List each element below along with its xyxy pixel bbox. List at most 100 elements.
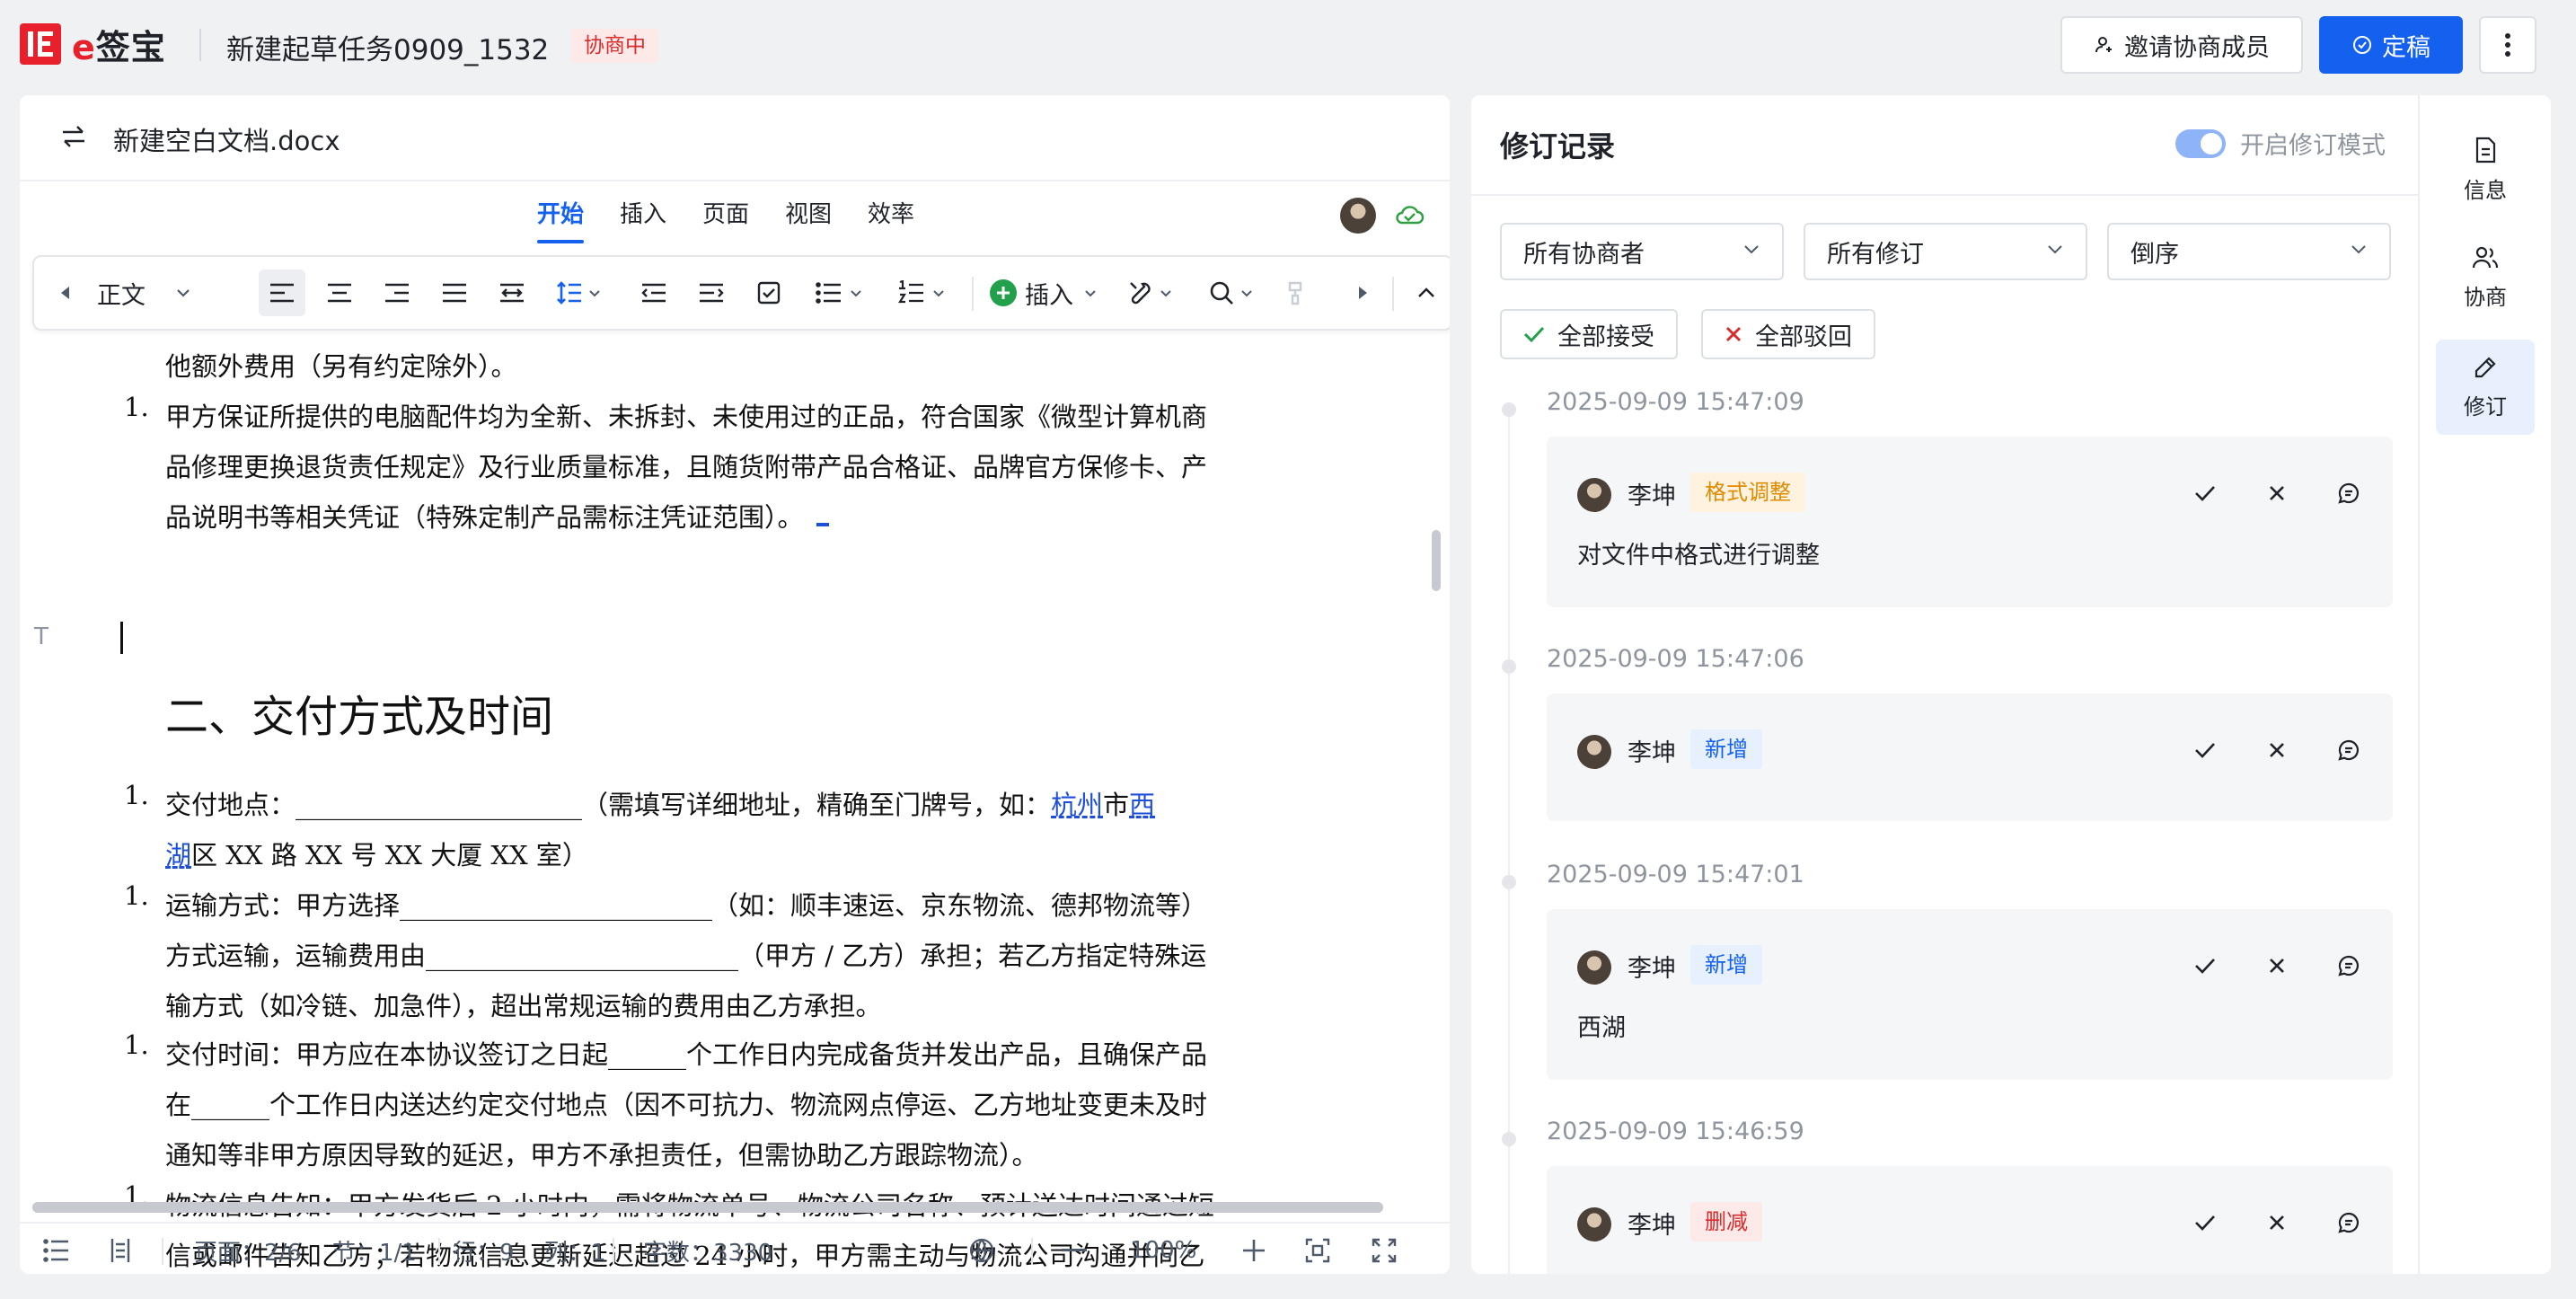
zoom-level[interactable]: 100% [1130, 1231, 1196, 1270]
revision-card[interactable]: 李坤 删减 [1547, 1166, 2393, 1274]
list-item: 运输方式：甲方选择________________________（如：顺丰速运… [165, 880, 1333, 1031]
list-item: 交付地点：______________________（需填写详细地址，精确至门… [165, 780, 1333, 880]
paragraph-style-select[interactable]: 正文 [97, 257, 232, 329]
file-name: 新建空白文档.docx [113, 126, 340, 156]
avatar[interactable] [1340, 198, 1376, 234]
accept-icon[interactable] [2192, 952, 2219, 979]
accept-icon[interactable] [2192, 737, 2219, 764]
statusbar-divider [438, 1238, 440, 1265]
text-line: 在______个工作日内送达约定交付地点（因不可抗力、物流网点停运、乙方地址变更… [165, 1090, 1208, 1120]
search-icon[interactable] [1198, 257, 1263, 329]
format-change-marker [816, 517, 829, 526]
comment-icon[interactable] [2335, 1209, 2362, 1236]
paragraph-style-value: 正文 [97, 281, 146, 310]
file-bar: 新建空白文档.docx [20, 95, 1450, 181]
tab-page[interactable]: 页面 [702, 196, 749, 229]
more-vertical-icon [2505, 33, 2510, 57]
avatar [1577, 735, 1611, 769]
reject-icon[interactable] [2263, 952, 2290, 979]
document-body[interactable]: 他额外费用（另有约定除外）。 1. 甲方保证所提供的电脑配件均为全新、未拆封、未… [20, 332, 1430, 1274]
zoom-in-icon[interactable] [1241, 1231, 1266, 1270]
text-cursor-marker-icon: T [34, 623, 49, 650]
text-line: 方式运输，运输费用由________________________（甲方 / … [165, 941, 1207, 971]
reject-icon[interactable] [2263, 480, 2290, 507]
sort-order-select[interactable]: 倒序 [2107, 223, 2391, 280]
line-spacing-icon[interactable] [546, 257, 611, 329]
sidebar-item-info[interactable]: 信息 [2436, 122, 2535, 217]
text-line: 湖区 XX 路 XX 号 XX 大厦 XX 室） [165, 840, 588, 870]
reject-icon[interactable] [2263, 737, 2290, 764]
finalize-button[interactable]: 定稿 [2319, 16, 2463, 74]
sidebar-item-negotiation[interactable]: 协商 [2436, 230, 2535, 325]
section-heading: 二、交付方式及时间 [165, 692, 554, 742]
tab-view[interactable]: 视图 [785, 196, 832, 229]
revision-type-filter-select[interactable]: 所有修订 [1804, 223, 2087, 280]
list-item: 甲方保证所提供的电脑配件均为全新、未拆封、未使用过的正品，符合国家《微型计算机商… [165, 392, 1333, 543]
more-options-button[interactable] [2479, 16, 2536, 74]
fit-page-icon[interactable] [1304, 1231, 1331, 1270]
sidebar-item-revision[interactable]: 修订 [2436, 340, 2535, 435]
accept-icon[interactable] [2192, 480, 2219, 507]
revision-list-area: 修订记录 开启修订模式 所有协商者 所有修订 倒序 全部接受 全部驳回 2025… [1471, 95, 2420, 1274]
header-divider [199, 29, 201, 61]
format-painter-icon[interactable] [1279, 257, 1315, 329]
decrease-indent-icon[interactable] [631, 257, 677, 329]
distribute-icon[interactable] [489, 257, 535, 329]
chevron-down-icon [1744, 245, 1759, 254]
inserted-text[interactable]: 杭州 [1051, 790, 1103, 820]
check-icon [1523, 326, 1545, 343]
tools-icon[interactable] [1117, 257, 1182, 329]
revision-user: 李坤 [1628, 1212, 1676, 1240]
tab-insert[interactable]: 插入 [620, 196, 666, 229]
inserted-text[interactable]: 湖 [165, 840, 191, 870]
reject-all-button[interactable]: 全部驳回 [1701, 309, 1875, 359]
formatting-toolbar: 正文 插入 [32, 255, 1450, 331]
increase-indent-icon[interactable] [688, 257, 735, 329]
collaborator-filter-select[interactable]: 所有协商者 [1500, 223, 1784, 280]
switch-file-icon[interactable] [59, 122, 88, 151]
logo-mark [20, 23, 61, 65]
add-user-icon [2095, 37, 2112, 53]
fullscreen-icon[interactable] [1371, 1231, 1398, 1270]
comment-icon[interactable] [2335, 952, 2362, 979]
inserted-text[interactable]: 西 [1129, 790, 1155, 820]
vertical-scrollbar[interactable] [1432, 530, 1441, 591]
zoom-out-icon[interactable] [1062, 1231, 1087, 1270]
word-count: 字数：3330 [643, 1239, 773, 1267]
comment-icon[interactable] [2335, 480, 2362, 507]
list-number: 1. [124, 392, 149, 422]
align-right-icon[interactable] [374, 257, 420, 329]
avatar [1577, 950, 1611, 985]
insert-menu-button[interactable]: 插入 [984, 257, 1101, 329]
page-layout-icon[interactable] [108, 1231, 133, 1270]
toolbar-divider [1392, 277, 1394, 311]
tab-efficiency[interactable]: 效率 [868, 196, 914, 229]
checklist-icon[interactable] [745, 257, 792, 329]
text-cursor [120, 622, 123, 654]
align-left-icon[interactable] [259, 257, 305, 329]
collapse-toolbar-icon[interactable] [1403, 257, 1450, 329]
horizontal-scrollbar[interactable] [32, 1202, 1383, 1213]
revision-card[interactable]: 李坤 新增 西湖 [1547, 909, 2393, 1080]
outline-icon[interactable] [43, 1231, 70, 1270]
bullet-list-icon[interactable] [807, 257, 871, 329]
accept-all-label: 全部接受 [1557, 323, 1654, 351]
numbered-list-icon[interactable] [889, 257, 954, 329]
justify-icon[interactable] [431, 257, 478, 329]
toolbar-scroll-right-icon[interactable] [1345, 257, 1381, 329]
reject-icon[interactable] [2263, 1209, 2290, 1236]
revision-card[interactable]: 李坤 格式调整 对文件中格式进行调整 [1547, 437, 2393, 607]
align-center-icon[interactable] [316, 257, 363, 329]
accept-all-button[interactable]: 全部接受 [1500, 309, 1678, 359]
invite-members-button[interactable]: 邀请协商成员 [2060, 16, 2303, 74]
revision-card[interactable]: 李坤 新增 [1547, 694, 2393, 821]
tab-start[interactable]: 开始 [537, 196, 585, 243]
language-icon[interactable] [968, 1231, 995, 1270]
toolbar-scroll-left-icon[interactable] [47, 257, 83, 329]
row-indicator: 行：9 [453, 1239, 515, 1267]
comment-icon[interactable] [2335, 737, 2362, 764]
chevron-down-icon [2351, 245, 2366, 254]
accept-icon[interactable] [2192, 1209, 2219, 1236]
text-line: 品说明书等相关凭证（特殊定制产品需标注凭证范围）。 [165, 492, 1333, 543]
revision-mode-toggle[interactable] [2175, 129, 2226, 158]
